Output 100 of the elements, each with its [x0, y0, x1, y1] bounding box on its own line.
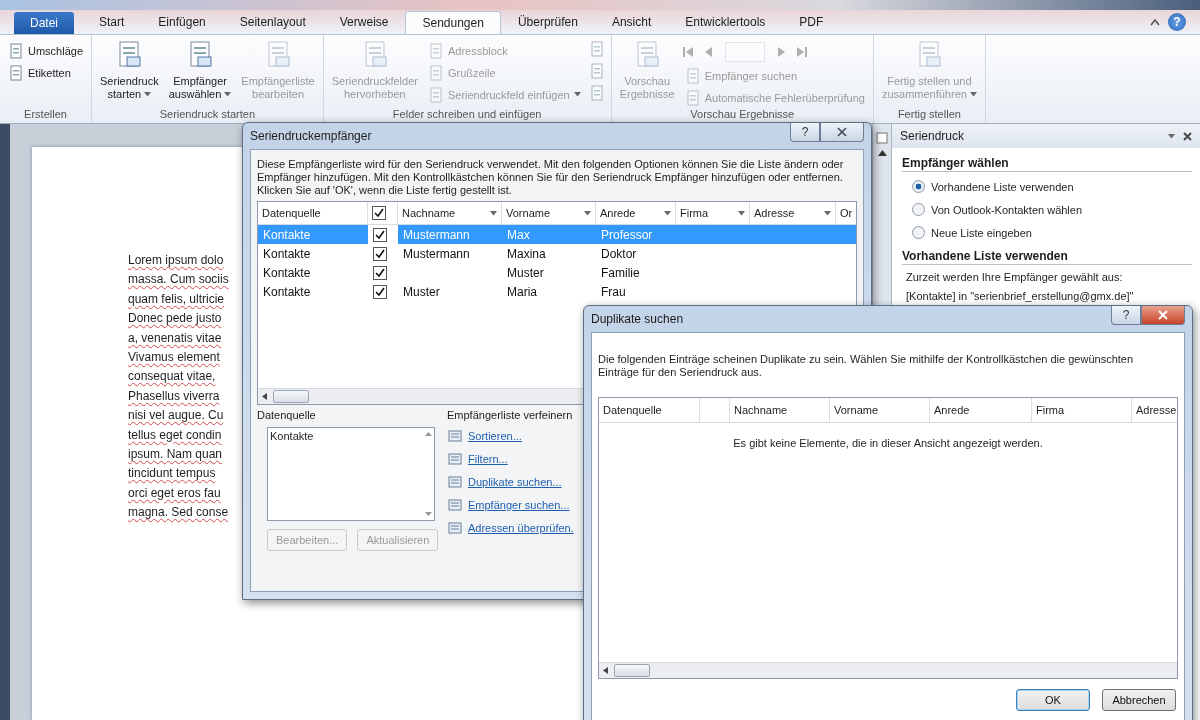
filter-arrow-icon [490, 210, 497, 216]
radio-label[interactable]: Von Outlook-Kontakten wählen [931, 203, 1083, 216]
document-text-line: orci eget eros fau [128, 484, 221, 502]
ribbon-tab[interactable]: Seitenlayout [222, 10, 323, 34]
radio-button[interactable] [912, 180, 925, 193]
checkbox[interactable] [373, 227, 387, 242]
empty-message: Es gibt keine Elemente, die in dieser Ansicht angezeigt werden. [732, 436, 1044, 449]
pane-text: Zurzeit werden Ihre Empfänger gewählt aus: [905, 271, 1123, 284]
table-cell-text: Maria [506, 283, 538, 301]
refine-link[interactable]: Filtern... [468, 452, 508, 465]
table-cell-text: Kontakte [262, 264, 312, 282]
dialog-title: Seriendruckempfänger [250, 129, 372, 143]
dialog-button[interactable]: Abbrechen [1102, 689, 1176, 711]
list-tool-icon [447, 519, 463, 536]
checkmark-icon [375, 229, 385, 240]
checkbox[interactable] [373, 284, 387, 299]
help-button[interactable]: ? [790, 123, 820, 142]
table-row[interactable]: Kontakte Mustermann Maxina Doktor [258, 244, 856, 263]
ribbon-tab[interactable]: Überprüfen [500, 10, 595, 34]
list-tool-icon [447, 427, 463, 444]
ribbon-button[interactable]: Etiketten [6, 63, 86, 82]
document-text-line: ipsum. Nam quan [128, 446, 223, 464]
radio-button[interactable] [912, 226, 925, 239]
radio-label[interactable]: Vorhandene Liste verwenden [931, 180, 1074, 193]
ribbon-tab[interactable]: Ansicht [594, 10, 669, 34]
ribbon-group-label: Erstellen [23, 107, 68, 122]
ribbon-button[interactable]: Umschläge [6, 41, 86, 60]
column-header[interactable]: Or [836, 202, 856, 224]
column-header[interactable]: Datenquelle [258, 202, 368, 224]
ribbon-tab[interactable]: PDF [782, 10, 841, 34]
checkbox[interactable] [372, 206, 386, 220]
close-button[interactable] [1141, 306, 1185, 325]
scrollbar-thumb[interactable] [273, 390, 309, 403]
scroll-left-icon [262, 393, 267, 400]
column-header[interactable]: Vorname [830, 398, 930, 422]
close-button[interactable] [820, 123, 864, 142]
ribbon-button[interactable]: Empfänger auswählen [166, 39, 234, 107]
scroll-up-icon [877, 150, 887, 156]
document-text-line: tellus eget condin [128, 426, 222, 444]
table-row[interactable]: Kontakte Muster Maria Frau [258, 282, 856, 301]
ribbon-tab[interactable]: Verweise [322, 10, 406, 34]
column-header[interactable]: Firma [676, 202, 750, 224]
source-list[interactable]: Kontakte [267, 427, 435, 521]
refine-link[interactable]: Empfänger suchen... [468, 498, 570, 511]
column-header[interactable]: Nachname [398, 202, 502, 224]
list-tool-icon [447, 496, 463, 513]
checkbox[interactable] [373, 246, 387, 261]
refine-link[interactable]: Sortieren... [468, 429, 522, 442]
radio-button[interactable] [912, 203, 925, 216]
list-tool-icon [447, 473, 463, 490]
column-header[interactable]: Anrede [596, 202, 676, 224]
close-icon [837, 127, 847, 137]
checkmark-icon [374, 208, 384, 218]
ribbon-tab[interactable]: Sendungen [405, 11, 501, 34]
document-text-line: consequat vitae, [128, 368, 216, 386]
caret-icon [144, 92, 152, 97]
ribbon-tab[interactable]: Datei [14, 12, 74, 34]
dialog-title: Duplikate suchen [591, 312, 684, 326]
next-record-icon [776, 46, 785, 58]
column-header[interactable]: Datenquelle [599, 398, 700, 422]
table-cell-text: Maxina [506, 245, 547, 263]
refine-link[interactable]: Adressen überprüfen. [468, 521, 574, 534]
document-icon [427, 64, 444, 81]
filter-arrow-icon [824, 210, 831, 216]
list-tool-icon [447, 450, 463, 467]
close-icon [1158, 310, 1168, 320]
table-cell-text: Mustermann [402, 226, 471, 244]
collapse-ribbon-icon [1150, 18, 1160, 26]
table-cell-text: Mustermann [402, 245, 471, 263]
filter-arrow-icon [738, 210, 745, 216]
ribbon-group-label: Vorschau Ergebnisse [689, 107, 796, 122]
ribbon-tab[interactable]: Start [82, 10, 142, 34]
scrollbar-thumb[interactable] [614, 664, 650, 677]
ribbon-tab[interactable]: Entwicklertools [668, 10, 783, 34]
table-cell-text: Kontakte [262, 226, 312, 244]
scroll-up-icon [425, 432, 432, 436]
checkbox[interactable] [373, 265, 387, 280]
refine-link[interactable]: Duplikate suchen... [468, 475, 562, 488]
column-header[interactable]: Anrede [930, 398, 1032, 422]
section-heading: Vorhandene Liste verwenden [902, 249, 1192, 265]
help-button[interactable]: ? [1111, 306, 1141, 325]
list-item[interactable]: Kontakte [270, 430, 314, 442]
document-icon [588, 85, 605, 101]
document-text-line: Phasellus viverra [128, 387, 220, 405]
ribbon-tab[interactable]: Einfügen [141, 10, 223, 34]
radio-label[interactable]: Neue Liste eingeben [931, 226, 1032, 239]
column-header[interactable]: Adresse [750, 202, 836, 224]
dialog-button[interactable]: OK [1016, 689, 1090, 711]
column-header[interactable]: Nachname [730, 398, 830, 422]
ribbon-button[interactable]: Seriendruck starten [98, 39, 161, 107]
scroll-down-icon [425, 512, 432, 516]
column-header[interactable]: Firma [1032, 398, 1132, 422]
document-text-line: magna. Sed conse [128, 504, 229, 522]
column-header[interactable]: Vorname [502, 202, 596, 224]
caret-icon [224, 92, 232, 97]
filter-arrow-icon [584, 210, 591, 216]
ribbon-group-label: Felder schreiben und einfügen [391, 107, 543, 122]
table-row[interactable]: Kontakte Muster Familie [258, 263, 856, 282]
document-text-line: tincidunt tempus [128, 465, 216, 483]
column-header[interactable]: Adresse [1132, 398, 1177, 422]
